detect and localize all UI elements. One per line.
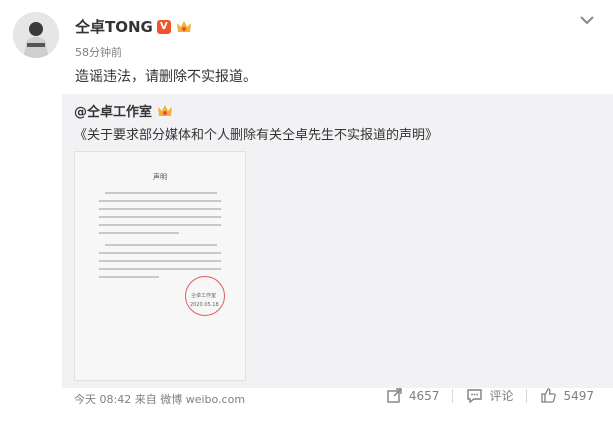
doc-title: 声明 <box>153 173 167 181</box>
repost-card: @仝卓工作室 《关于要求部分媒体和个人删除有关仝卓先生不实报道的声明》 声明 仝… <box>62 94 613 406</box>
source-from-label: 来自 <box>134 393 157 406</box>
repost-button[interactable]: 4657 <box>373 387 453 404</box>
doc-date: 2020.05.18 <box>190 302 219 308</box>
crown-badge-icon <box>176 20 191 32</box>
post-time[interactable]: 58分钟前 <box>75 44 122 60</box>
like-button[interactable]: 5497 <box>527 387 594 404</box>
comment-label: 评论 <box>489 389 514 403</box>
doc-signature: 仝卓工作室 <box>191 293 217 299</box>
repost-count: 4657 <box>408 388 440 403</box>
author-name[interactable]: 仝卓TONG <box>75 16 153 37</box>
repost-text: 《关于要求部分媒体和个人删除有关仝卓先生不实报道的声明》 <box>74 128 439 143</box>
author-avatar[interactable] <box>13 12 59 58</box>
repost-author-link[interactable]: @仝卓工作室 <box>74 101 152 120</box>
thumbs-up-icon <box>541 388 557 403</box>
statement-document-image[interactable]: 声明 仝卓工作室 2020.05.18 <box>74 151 246 381</box>
repost-time[interactable]: 今天 08:42 <box>74 393 131 406</box>
comment-button[interactable]: 评论 <box>453 387 526 404</box>
like-count: 5497 <box>563 388 594 403</box>
post-text: 造谣违法，请删除不实报道。 <box>75 69 257 85</box>
repost-footer: 今天 08:42 来自 微博 weibo.com <box>74 391 245 407</box>
verified-v-icon: V <box>156 19 171 34</box>
share-icon <box>387 388 402 403</box>
repost-author-row: @仝卓工作室 <box>74 101 174 120</box>
chevron-down-icon[interactable] <box>579 14 595 26</box>
author-name-row: 仝卓TONG V <box>75 16 193 37</box>
action-bar: 4657 评论 5497 <box>373 387 594 404</box>
crown-badge-icon <box>158 104 173 116</box>
source-link[interactable]: 微博 weibo.com <box>160 393 245 406</box>
comment-icon <box>467 389 483 404</box>
